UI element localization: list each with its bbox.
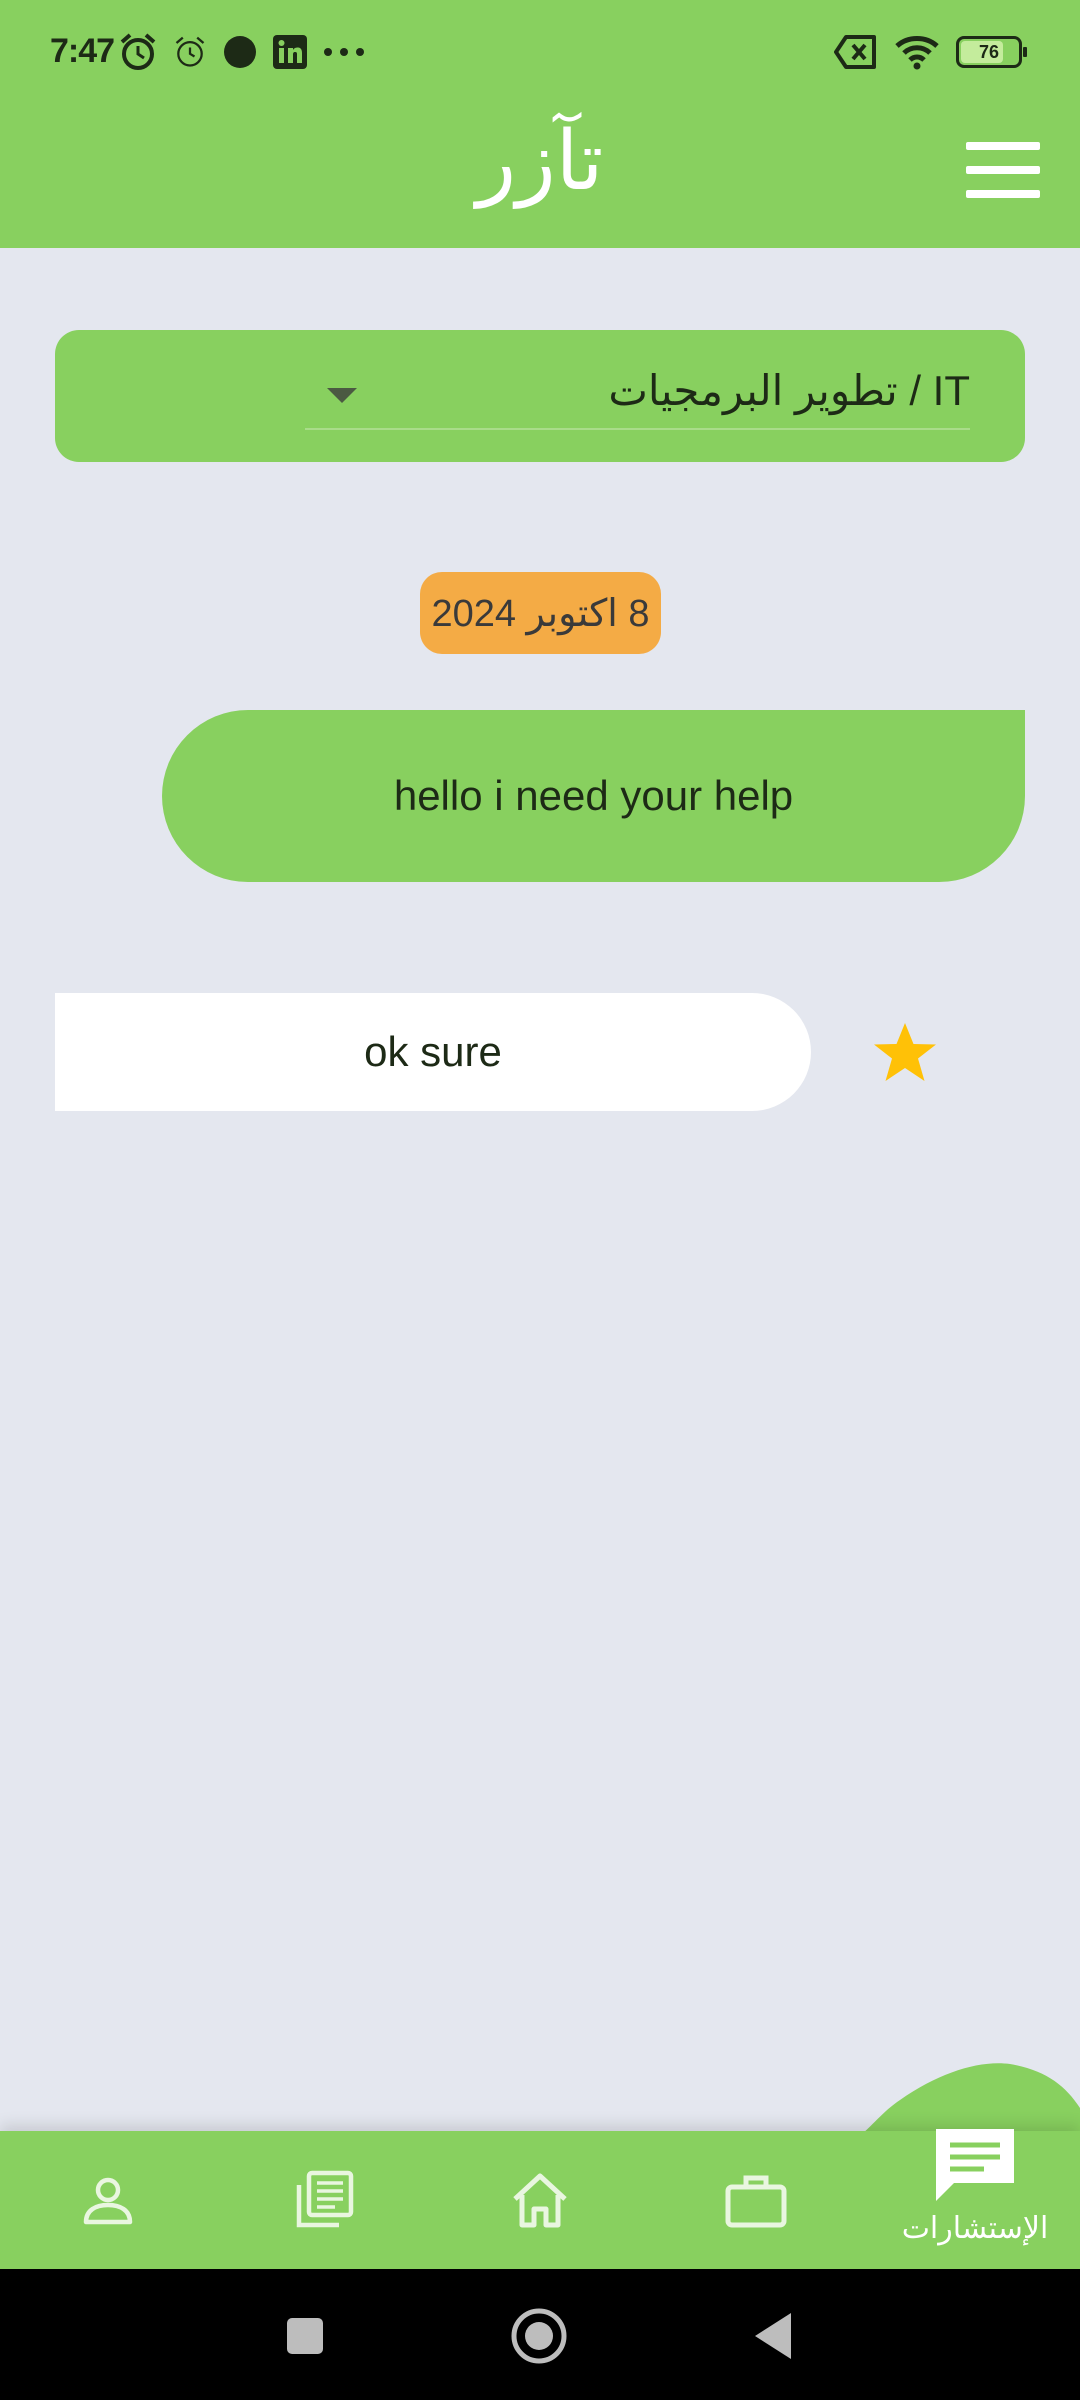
alarm-clock-icon: [118, 32, 158, 72]
battery-icon: 76: [956, 36, 1027, 68]
alarm-outline-icon: [172, 34, 208, 70]
app-bar: تآزر: [0, 100, 1080, 248]
chat-icon: [936, 2129, 1014, 2201]
back-button[interactable]: [738, 2301, 808, 2371]
sent-message-text: hello i need your help: [393, 772, 794, 819]
back-triangle-icon: [755, 2313, 791, 2359]
square-icon: [287, 2318, 323, 2354]
category-dropdown[interactable]: IT / تطوير البرمجيات: [305, 358, 970, 430]
battery-level: 76: [978, 41, 1000, 62]
status-bar: 7:47 76: [0, 0, 1080, 100]
nav-consultations[interactable]: الإستشارات: [880, 2125, 1070, 2265]
more-dots-icon: [322, 46, 366, 58]
category-card: IT / تطوير البرمجيات: [55, 330, 1025, 462]
linkedin-icon: [272, 34, 308, 70]
category-selected-value: IT / تطوير البرمجيات: [608, 367, 970, 414]
nav-jobs[interactable]: [686, 2131, 826, 2269]
status-time: 7:47: [50, 32, 115, 70]
date-chip: 8 اكتوبر 2024: [420, 572, 661, 654]
no-sim-icon: [834, 35, 878, 69]
menu-bar-bottom: [966, 190, 1040, 198]
home-system-button[interactable]: [504, 2301, 574, 2371]
star-icon[interactable]: [870, 1020, 940, 1084]
system-navigation-bar: [0, 2269, 1080, 2400]
menu-bar-middle: [966, 166, 1040, 174]
menu-bar-top: [966, 142, 1040, 150]
dot-icon: [222, 34, 258, 70]
person-icon: [83, 2177, 133, 2225]
circle-icon: [511, 2308, 567, 2364]
sent-message-bubble[interactable]: hello i need your help: [162, 710, 1025, 882]
received-message-bubble[interactable]: ok sure: [55, 993, 811, 1111]
documents-icon: [296, 2170, 354, 2228]
briefcase-icon: [725, 2175, 787, 2228]
recents-button[interactable]: [270, 2301, 340, 2371]
hamburger-menu-icon[interactable]: [966, 142, 1040, 198]
home-icon: [513, 2173, 567, 2228]
dropdown-arrow-icon: [327, 388, 357, 403]
nav-profile[interactable]: [38, 2131, 178, 2269]
status-icons-right: 76: [834, 30, 1027, 74]
status-icons-left: [118, 30, 366, 74]
received-message-text: ok sure: [364, 1028, 502, 1075]
nav-consultations-label: الإستشارات: [901, 2211, 1049, 2246]
wifi-icon: [894, 34, 940, 70]
app-title: تآزر: [476, 114, 604, 209]
nav-home[interactable]: [470, 2131, 610, 2269]
nav-documents[interactable]: [254, 2131, 394, 2269]
